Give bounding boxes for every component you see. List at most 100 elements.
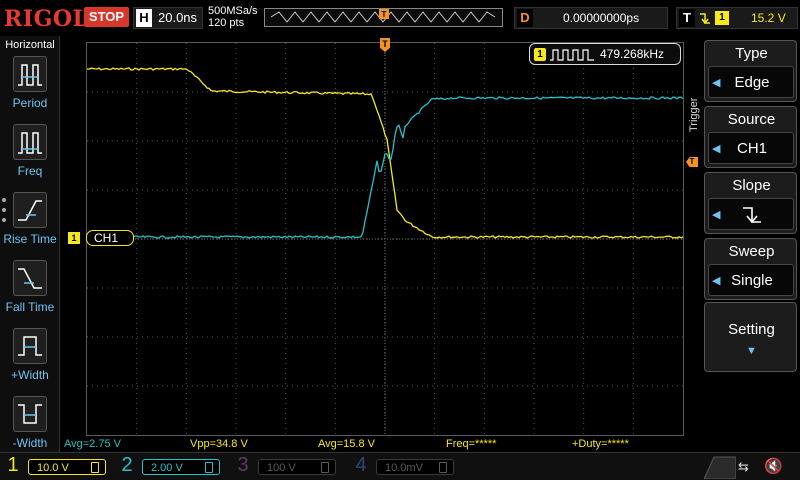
horizontal-timebase[interactable]: H 20.0ns: [133, 7, 203, 29]
channel-2-scale-box: 2.00 V: [142, 459, 220, 475]
acquisition-info: 500MSa/s 120 pts: [208, 5, 258, 29]
ch1-offset-marker[interactable]: 1 CH1: [68, 230, 134, 246]
measure-item-positive-width[interactable]: +Width: [0, 328, 60, 394]
coupling-icon: [321, 462, 329, 473]
ch1-marker-number: 1: [68, 232, 80, 244]
falling-edge-icon: [743, 207, 761, 224]
measure-item-rise-time[interactable]: Rise Time: [0, 192, 60, 258]
measure-label: Fall Time: [5, 300, 55, 314]
trigger-level-value: 15.2 V: [751, 11, 786, 25]
down-arrow-icon: ▼: [746, 345, 757, 357]
measure-item-freq[interactable]: Freq: [0, 124, 60, 190]
channel-4-scale-box: 10.0mV: [376, 459, 454, 475]
trigger-position-bar: T: [264, 8, 503, 27]
trigger-source-value: CH1: [736, 140, 767, 157]
square-wave-icon: [550, 49, 594, 61]
trigger-source-title: Source: [727, 111, 776, 128]
measure-label: +Width: [11, 368, 49, 382]
trigger-type-button[interactable]: Type ◀ Edge: [704, 40, 797, 102]
positive-width-icon: [13, 328, 47, 364]
rise-time-icon: [13, 192, 47, 228]
channel-1-scale: 10.0 V: [37, 462, 69, 474]
trigger-position-marker: T: [382, 10, 387, 19]
measurement-bar: Avg=2.75 V Vpp=34.8 V Avg=15.8 V Freq=**…: [60, 437, 700, 452]
delay-value: 0.00000000ps: [563, 11, 640, 25]
channel-3-control[interactable]: 3 100 V: [232, 454, 342, 479]
waveform-canvas: [87, 43, 683, 435]
horizontal-delay[interactable]: D 0.00000000ps: [514, 7, 668, 29]
trigger-setting-label: Setting: [728, 321, 775, 338]
negative-width-icon: [13, 396, 47, 432]
ch1-marker-label: CH1: [86, 230, 134, 246]
usb-icon: ⇆: [738, 459, 749, 474]
measurement-ch1-freq: Freq=*****: [446, 438, 497, 450]
top-bar: RIGOL STOP H 20.0ns 500MSa/s 120 pts T D…: [0, 0, 800, 36]
timebase-value: 20.0ns: [158, 10, 198, 25]
trigger-slope-title: Slope: [732, 177, 771, 194]
channel-1-number: 1: [7, 454, 19, 476]
trigger-type-title: Type: [735, 45, 768, 62]
waveform-display[interactable]: 1 479.268kHz: [86, 42, 684, 436]
trigger-menu-side-label: Trigger: [688, 97, 700, 132]
freq-icon: [13, 124, 47, 160]
channel-1-control[interactable]: 1 10.0 V: [2, 454, 112, 479]
period-icon: [13, 56, 47, 92]
frequency-counter: 1 479.268kHz: [529, 43, 681, 65]
measure-label: Rise Time: [3, 232, 57, 246]
coupling-icon: [439, 462, 447, 473]
trigger-type-value-box: ◀ Edge: [708, 66, 794, 98]
freq-channel-badge: 1: [534, 48, 546, 61]
channel-4-control[interactable]: 4 10.0mV: [350, 454, 460, 479]
rigol-logo: RIGOL: [4, 6, 89, 32]
measure-label: -Width: [12, 436, 48, 450]
speaker-muted-icon[interactable]: 🔇: [764, 457, 783, 475]
trigger-status[interactable]: T 1 15.2 V: [676, 7, 798, 29]
sample-rate: 500MSa/s: [208, 5, 258, 17]
trigger-setting-button[interactable]: Setting ▼: [704, 302, 797, 372]
frequency-value: 479.268kHz: [600, 47, 665, 61]
trigger-sweep-value: Single: [731, 272, 773, 289]
coupling-icon: [91, 462, 99, 473]
run-stop-status[interactable]: STOP: [84, 7, 129, 27]
memory-points: 120 pts: [208, 17, 245, 29]
measurement-ch1-duty: +Duty=*****: [572, 438, 629, 450]
trigger-sweep-value-box: ◀ Single: [708, 264, 794, 296]
left-arrow-icon: ◀: [712, 209, 721, 221]
measure-menu: Horizontal Period Freq Rise Time Fall Ti…: [0, 36, 60, 452]
channel-4-scale: 10.0mV: [385, 462, 423, 474]
channel-1-scale-box: 10.0 V: [28, 459, 106, 475]
channel-3-scale: 100 V: [267, 462, 296, 474]
channel-2-number: 2: [121, 454, 133, 476]
measure-label: Period: [12, 96, 48, 110]
trigger-sweep-button[interactable]: Sweep ◀ Single: [704, 238, 797, 300]
trigger-slope-button[interactable]: Slope ◀: [704, 172, 797, 234]
channel-3-scale-box: 100 V: [258, 459, 336, 475]
trigger-channel-badge: 1: [715, 11, 729, 25]
coupling-icon: [205, 462, 213, 473]
measure-label: Freq: [17, 164, 43, 178]
horizontal-letter: H: [136, 9, 152, 27]
trigger-source-button[interactable]: Source ◀ CH1: [704, 106, 797, 168]
trigger-menu: Trigger Type ◀ Edge Source ◀ CH1 Slope ◀…: [686, 36, 800, 452]
measurement-ch1-avg: Avg=15.8 V: [318, 438, 375, 450]
measure-category-title: Horizontal: [5, 39, 55, 51]
channel-bar: 1 10.0 V 2 2.00 V 3 100 V 4 10.0mV ⇆ 🔇: [0, 452, 800, 480]
trigger-sweep-title: Sweep: [728, 243, 775, 260]
measure-item-period[interactable]: Period: [0, 56, 60, 122]
trigger-source-value-box: ◀ CH1: [708, 132, 794, 164]
delay-letter: D: [517, 9, 533, 27]
menu-tab-icon[interactable]: [704, 455, 736, 479]
channel-2-control[interactable]: 2 2.00 V: [116, 454, 226, 479]
channel-3-number: 3: [237, 454, 249, 476]
channel-2-scale: 2.00 V: [151, 462, 183, 474]
measurement-ch2-avg: Avg=2.75 V: [64, 438, 121, 450]
falling-edge-icon: [700, 13, 710, 25]
waveform-overview-icon: T: [270, 9, 496, 23]
measurement-ch1-vpp: Vpp=34.8 V: [190, 438, 248, 450]
fall-time-icon: [13, 260, 47, 296]
channel-4-number: 4: [355, 454, 367, 476]
trigger-type-value: Edge: [734, 74, 770, 91]
trigger-letter: T: [679, 9, 695, 27]
trigger-slope-value-box: ◀: [708, 198, 794, 230]
measure-item-fall-time[interactable]: Fall Time: [0, 260, 60, 326]
